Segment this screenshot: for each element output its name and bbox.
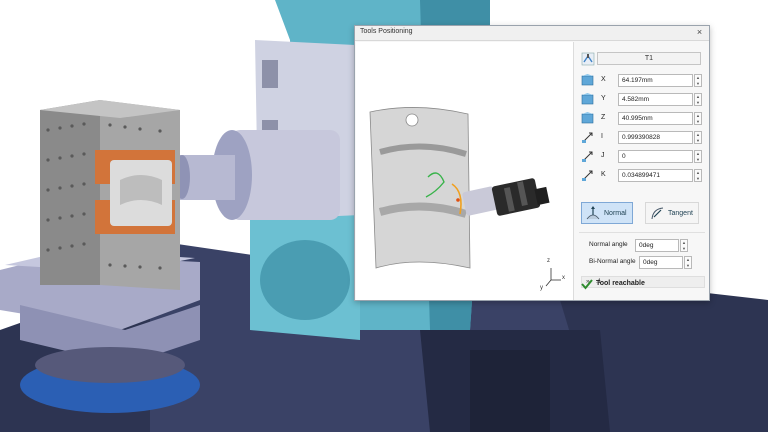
normal-angle-label: Normal angle <box>589 241 628 248</box>
spinner-k[interactable]: ▲ ▼ <box>694 169 702 182</box>
tombstone-side <box>40 100 100 285</box>
spinner-i[interactable]: ▲ ▼ <box>694 131 702 144</box>
tools-positioning-dialog: Tools Positioning × z x y T1 X 64.197mm … <box>354 25 710 301</box>
angle-settings: Normal angle 0deg ▲ ▼ Bi-Normal angle 0de… <box>579 232 705 272</box>
binormal-angle-field[interactable]: 0deg <box>639 256 683 269</box>
coord-label-z: Z <box>601 114 606 121</box>
normal-mode-button[interactable]: Normal <box>581 202 633 224</box>
tool-name-field[interactable]: T1 <box>597 52 701 65</box>
tangent-mode-button[interactable]: Tangent <box>645 202 699 224</box>
coord-row-j: J 0 ▲ ▼ <box>581 150 705 164</box>
tool-select-icon[interactable] <box>581 52 595 66</box>
dialog-title: Tools Positioning <box>360 28 413 35</box>
status-text: Tool reachable <box>596 280 645 287</box>
coord-row-y: Y 4.582mm ▲ ▼ <box>581 93 705 107</box>
table-pedestal-top <box>35 347 185 383</box>
normal-mode-icon <box>586 206 600 220</box>
coord-label-j: J <box>601 152 605 159</box>
coord-row-x: X 64.197mm ▲ ▼ <box>581 74 705 88</box>
binormal-angle-row: Bi-Normal angle 0deg ▲ ▼ <box>583 256 703 269</box>
axis-label-z: z <box>547 258 550 264</box>
x-axis-icon <box>581 74 594 86</box>
i-vector-icon <box>582 132 593 143</box>
3d-viewport[interactable]: z x y <box>356 42 574 300</box>
coord-label-i: I <box>601 133 603 140</box>
axis-label-y: y <box>540 285 543 291</box>
tangent-mode-icon <box>651 207 664 220</box>
coord-field-x[interactable]: 64.197mm <box>618 74 693 87</box>
coord-label-x: X <box>601 76 606 83</box>
coord-field-j[interactable]: 0 <box>618 150 693 163</box>
part-hole <box>405 113 419 127</box>
spinner-y[interactable]: ▲ ▼ <box>694 93 702 106</box>
part-preview <box>369 107 561 287</box>
z-axis-icon <box>581 112 594 124</box>
axis-label-x: x <box>562 275 565 281</box>
normal-angle-spinner[interactable]: ▲ ▼ <box>680 239 688 252</box>
parameter-panel: T1 X 64.197mm ▲ ▼ Y 4.582mm ▲ ▼ Z 40.995mm… <box>577 42 709 300</box>
coord-row-i: I 0.999390828 ▲ ▼ <box>581 131 705 145</box>
reachability-status: Tool reachable <box>579 277 707 291</box>
coord-row-k: K 0.034899471 ▲ ▼ <box>581 169 705 183</box>
binormal-angle-spinner[interactable]: ▲ ▼ <box>684 256 692 269</box>
coord-label-k: K <box>601 171 606 178</box>
tangent-mode-label: Tangent <box>668 210 693 217</box>
k-vector-icon <box>582 170 593 181</box>
normal-angle-row: Normal angle 0deg ▲ ▼ <box>583 239 703 252</box>
cradle-arc <box>260 240 350 320</box>
column-window-1 <box>262 60 278 88</box>
spinner-z[interactable]: ▲ ▼ <box>694 112 702 125</box>
checkmark-icon <box>581 279 593 290</box>
y-axis-icon <box>581 93 594 105</box>
tool-holder <box>462 178 550 216</box>
axis-triad <box>545 268 561 287</box>
j-vector-icon <box>582 151 593 162</box>
coord-label-y: Y <box>601 95 606 102</box>
normal-angle-field[interactable]: 0deg <box>635 239 679 252</box>
normal-mode-label: Normal <box>604 210 627 217</box>
spinner-x[interactable]: ▲ ▼ <box>694 74 702 87</box>
machine-slot <box>470 350 550 432</box>
coord-field-y[interactable]: 4.582mm <box>618 93 693 106</box>
coord-field-k[interactable]: 0.034899471 <box>618 169 693 182</box>
tool-name-row: T1 <box>581 50 705 66</box>
dialog-titlebar[interactable]: Tools Positioning × <box>355 26 709 41</box>
tool-contact-point <box>456 198 460 202</box>
close-icon[interactable]: × <box>694 27 705 38</box>
binormal-angle-label: Bi-Normal angle <box>589 258 636 265</box>
spinner-j[interactable]: ▲ ▼ <box>694 150 702 163</box>
coord-field-z[interactable]: 40.995mm <box>618 112 693 125</box>
coord-row-z: Z 40.995mm ▲ ▼ <box>581 112 705 126</box>
part-body <box>369 107 471 269</box>
coord-field-i[interactable]: 0.999390828 <box>618 131 693 144</box>
